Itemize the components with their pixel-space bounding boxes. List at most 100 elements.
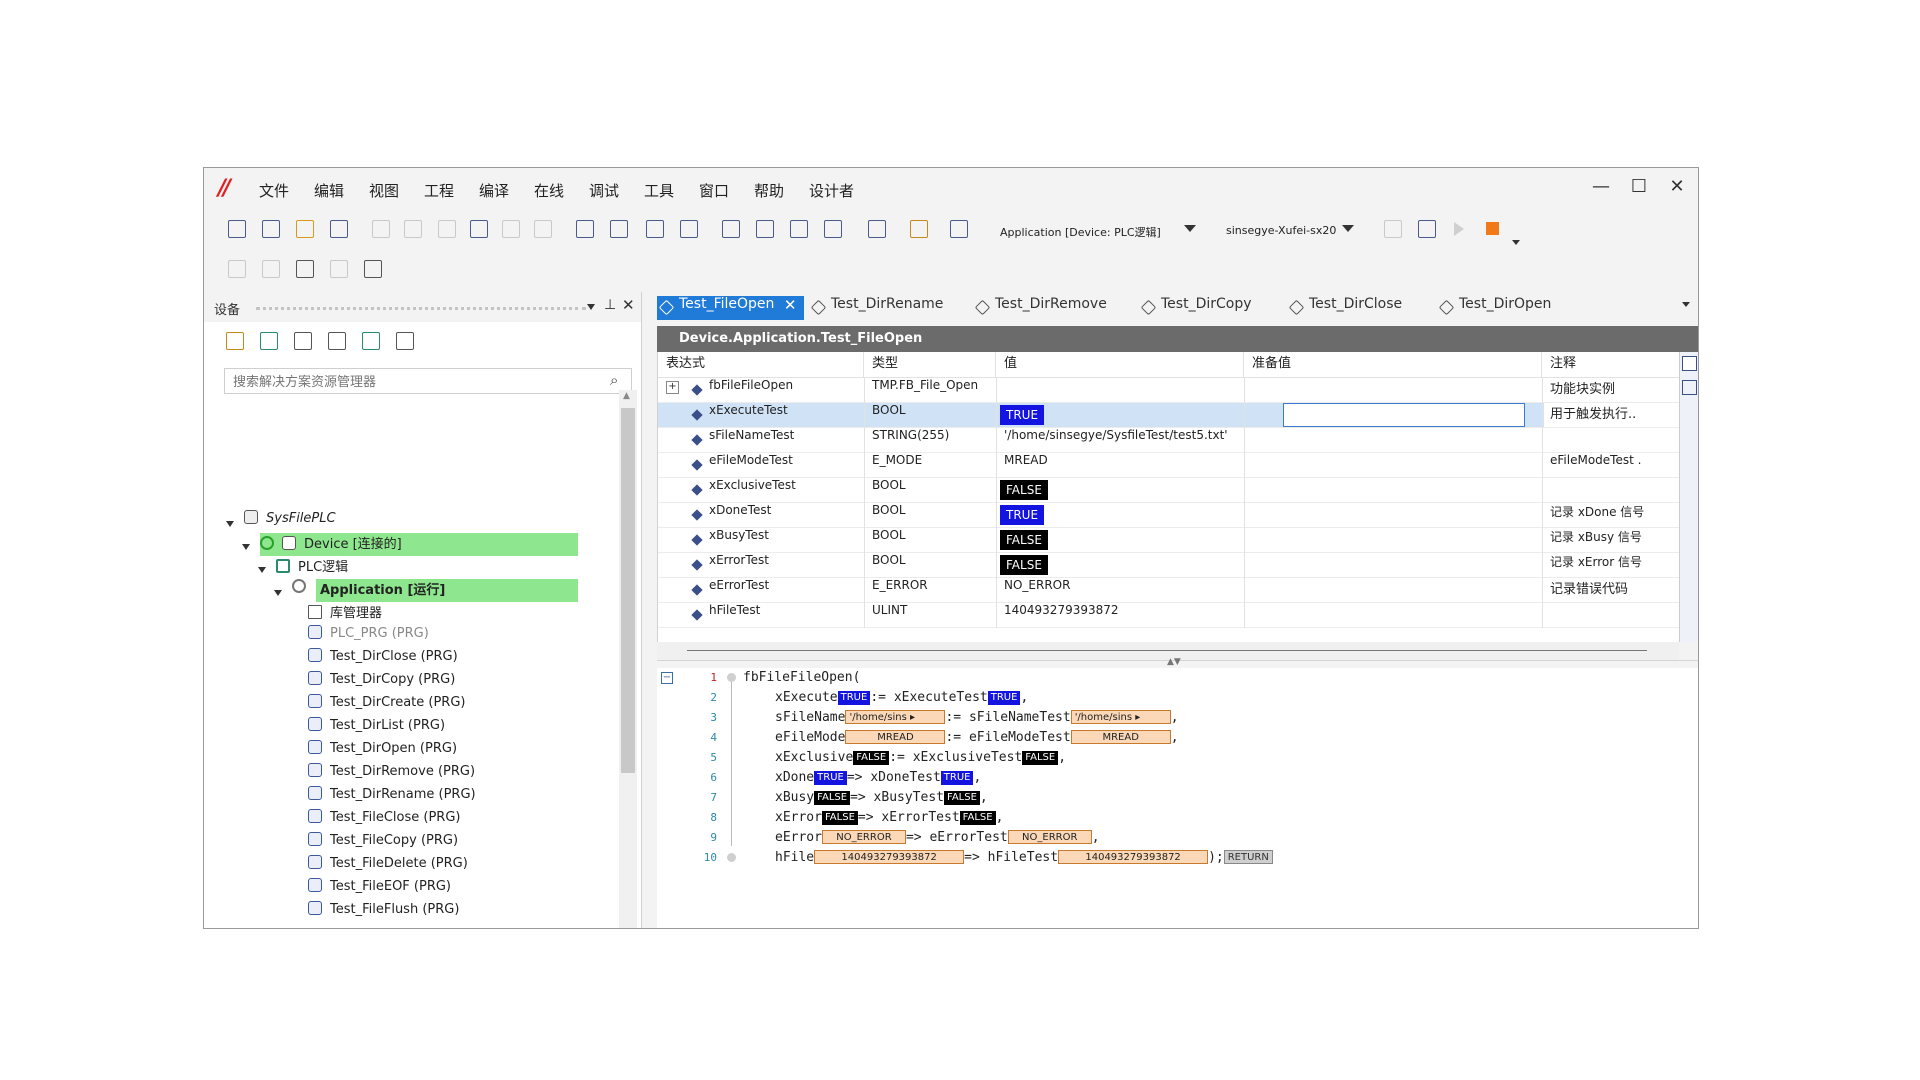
inline-value[interactable]: 140493279393872	[814, 850, 965, 864]
save-icon[interactable]	[294, 218, 316, 240]
menu-help[interactable]: 帮助	[754, 180, 784, 201]
minimize-button[interactable]: —	[1584, 172, 1618, 202]
login-disabled-icon[interactable]	[1382, 218, 1404, 240]
find-in-project-icon[interactable]	[644, 218, 666, 240]
menu-project[interactable]: 工程	[424, 180, 454, 201]
new-folder-icon[interactable]	[224, 330, 246, 352]
bookmark-clear-icon[interactable]	[822, 218, 844, 240]
devices-scrollbar[interactable]: ▲	[619, 390, 637, 928]
table-view-icon[interactable]	[1682, 380, 1697, 395]
inline-value[interactable]: MREAD	[1070, 730, 1171, 744]
copy-icon[interactable]	[468, 218, 490, 240]
close-tab-icon[interactable]: ✕	[784, 296, 797, 314]
inline-value[interactable]: NO_ERROR	[821, 830, 906, 844]
menu-designer[interactable]: 设计者	[809, 180, 854, 201]
scrollbar-thumb[interactable]	[687, 650, 1647, 651]
prepared-value-input[interactable]	[1283, 403, 1525, 427]
tree-node-prg[interactable]: Test_DirCreate (PRG)	[308, 694, 465, 717]
page-icon[interactable]	[362, 258, 384, 280]
inline-value[interactable]: TRUE	[987, 691, 1021, 705]
tree-node-application[interactable]	[292, 579, 314, 602]
chevron-down-icon[interactable]	[274, 590, 282, 596]
search-input[interactable]	[231, 370, 605, 394]
tab-list-chevron-icon[interactable]	[1682, 302, 1690, 307]
col-header-prepared[interactable]: 准备值	[1244, 352, 1542, 378]
tab-test-dircopy[interactable]: Test_DirCopy	[1139, 296, 1252, 320]
col-header-value[interactable]: 值	[996, 352, 1244, 378]
tab-test-dirremove[interactable]: Test_DirRemove	[973, 296, 1107, 320]
login-icon[interactable]	[948, 218, 970, 240]
inline-value[interactable]: NO_ERROR	[1007, 830, 1092, 844]
inline-value[interactable]: FALSE	[959, 811, 996, 825]
col-header-expression[interactable]: 表达式	[658, 352, 864, 378]
scrollbar-thumb[interactable]	[621, 408, 635, 773]
chevron-down-icon[interactable]	[1184, 225, 1196, 232]
paste-icon[interactable]	[500, 218, 522, 240]
bookmark-next-icon[interactable]	[788, 218, 810, 240]
table-row[interactable]: xBusyTest BOOL FALSE 记录 xBusy 信号	[658, 528, 1680, 553]
tree-node-project[interactable]: SysFilePLC	[244, 510, 336, 533]
table-row[interactable]: sFileNameTest STRING(255) '/home/sinsegy…	[658, 428, 1680, 453]
table-row[interactable]: xExclusiveTest BOOL FALSE	[658, 478, 1680, 503]
window-icon[interactable]	[908, 218, 930, 240]
new-file-icon[interactable]	[226, 218, 248, 240]
settings-icon[interactable]	[394, 330, 416, 352]
menu-tools[interactable]: 工具	[644, 180, 674, 201]
bookmark-icon[interactable]	[720, 218, 742, 240]
table-row[interactable]: xExecuteTest BOOL TRUE 用于触发执行..	[658, 403, 1680, 428]
filter-icon[interactable]	[360, 330, 382, 352]
chevron-down-icon[interactable]	[587, 304, 595, 310]
tree-node-prg[interactable]: Test_FileDelete (PRG)	[308, 855, 468, 878]
search-box[interactable]: ⌕	[224, 368, 632, 394]
tab-test-dirclose[interactable]: Test_DirClose	[1287, 296, 1402, 320]
inline-value[interactable]: TRUE	[837, 691, 871, 705]
table-row[interactable]: xDoneTest BOOL TRUE 记录 xDone 信号	[658, 503, 1680, 528]
close-icon[interactable]: ✕	[622, 296, 635, 314]
menu-edit[interactable]: 编辑	[314, 180, 344, 201]
table-row[interactable]: xErrorTest BOOL FALSE 记录 xError 信号	[658, 553, 1680, 578]
page-icon[interactable]	[294, 258, 316, 280]
wrench-icon[interactable]	[866, 218, 888, 240]
inline-value[interactable]: FALSE	[944, 791, 980, 805]
tree-node-prg[interactable]: Test_DirClose (PRG)	[308, 648, 458, 671]
menu-window[interactable]: 窗口	[699, 180, 729, 201]
tree-node-prg[interactable]: Test_DirOpen (PRG)	[308, 740, 457, 763]
tree-node-prg[interactable]: Test_DirRename (PRG)	[308, 786, 476, 809]
tree-node-plc[interactable]: PLC逻辑	[276, 556, 348, 579]
find-icon[interactable]	[574, 218, 596, 240]
delete-icon[interactable]	[532, 218, 554, 240]
page-icon[interactable]	[226, 258, 248, 280]
search-icon[interactable]: ⌕	[610, 371, 618, 389]
inline-value[interactable]: 140493279393872	[1058, 850, 1209, 864]
menu-debug[interactable]: 调试	[589, 180, 619, 201]
chevron-down-icon[interactable]	[242, 544, 250, 550]
inline-value[interactable]: FALSE	[821, 811, 858, 825]
print-icon[interactable]	[328, 218, 350, 240]
page-icon[interactable]	[260, 258, 282, 280]
bookmark-prev-icon[interactable]	[754, 218, 776, 240]
tree-node-prg[interactable]: Test_FileCopy (PRG)	[308, 832, 458, 855]
chevron-up-icon[interactable]: ▲	[623, 391, 630, 401]
inline-value[interactable]: TRUE	[814, 771, 847, 785]
tab-test-fileopen[interactable]: Test_FileOpen ✕	[657, 296, 805, 320]
open-folder-icon[interactable]	[260, 218, 282, 240]
page-icon[interactable]	[328, 258, 350, 280]
col-header-comment[interactable]: 注释	[1542, 352, 1680, 378]
cut-icon[interactable]	[436, 218, 458, 240]
device-select[interactable]: sinsegye-Xufei-sx20	[1226, 224, 1336, 237]
inline-value[interactable]: FALSE	[853, 751, 890, 765]
replace-icon[interactable]	[608, 218, 630, 240]
tree-node-library[interactable]: 库管理器	[308, 602, 382, 625]
inline-value[interactable]: '/home/sins ▸	[845, 710, 946, 724]
return-marker[interactable]: RETURN	[1223, 850, 1273, 864]
chevron-up-icon[interactable]: ▲▼	[1167, 657, 1181, 667]
stop-icon[interactable]	[1486, 222, 1499, 235]
tree-node-prg[interactable]: PLC_PRG (PRG)	[308, 625, 429, 648]
filter-icon[interactable]	[326, 330, 348, 352]
chevron-down-icon[interactable]	[226, 521, 234, 527]
application-select[interactable]: Application [Device: PLC逻辑]	[1000, 224, 1161, 240]
logout-icon[interactable]	[1416, 218, 1438, 240]
tree-node-prg[interactable]: Test_FileClose (PRG)	[308, 809, 461, 832]
undo-icon[interactable]	[370, 218, 392, 240]
tab-test-diropen[interactable]: Test_DirOpen	[1437, 296, 1551, 320]
